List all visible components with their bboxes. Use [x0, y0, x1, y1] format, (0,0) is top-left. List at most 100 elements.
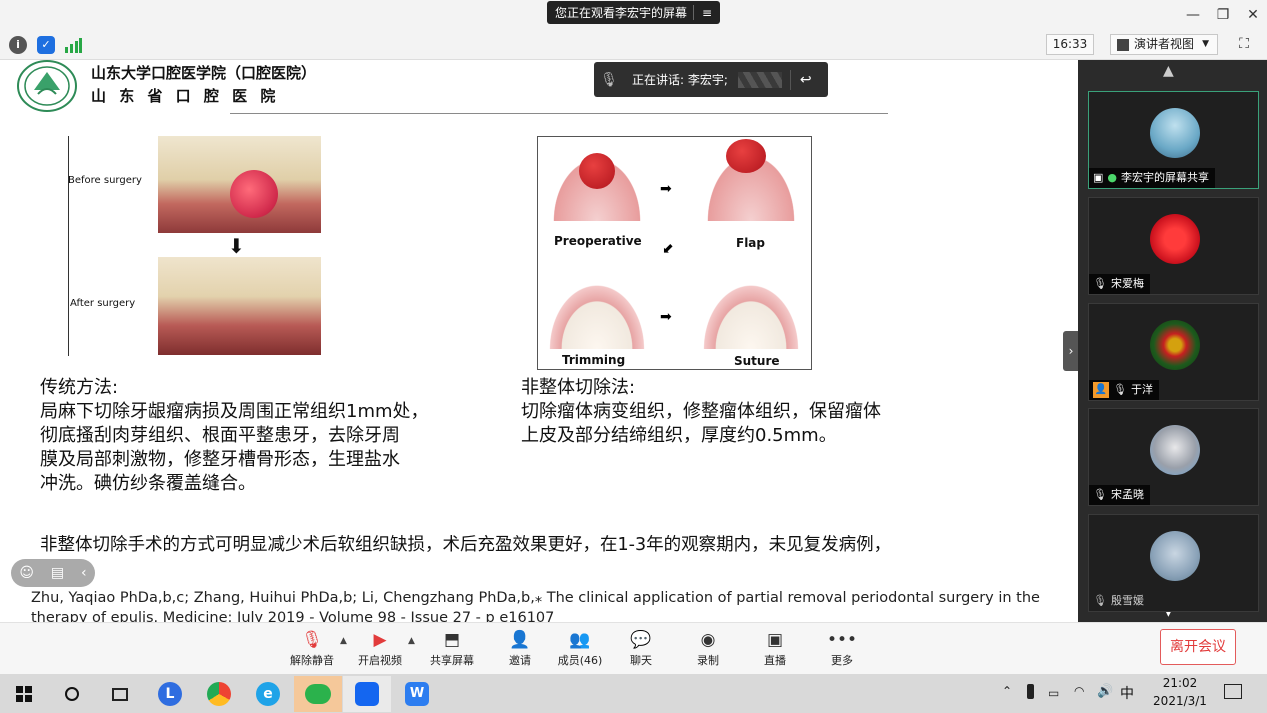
participant-name: 宋爱梅 — [1110, 277, 1144, 290]
arrow-right-icon: ➡ — [660, 181, 672, 197]
suture-label: Suture — [734, 354, 780, 368]
record-button[interactable]: ◉ 录制 — [676, 628, 740, 672]
after-surgery-photo — [158, 257, 321, 355]
shield-icon[interactable]: ✓ — [37, 36, 55, 54]
unmute-button[interactable]: 🎙 解除静音 — [280, 628, 344, 672]
chat-bubble-icon[interactable]: ▤ — [51, 565, 64, 581]
participant-tile[interactable]: 🎙 殷雪媛 — [1088, 514, 1259, 612]
info-icon[interactable]: i — [9, 36, 27, 54]
menu-icon[interactable]: ≡ — [694, 6, 720, 20]
windows-start-icon[interactable] — [0, 676, 48, 712]
partial-removal-heading: 非整体切除法: — [521, 377, 636, 398]
chevron-left-icon[interactable]: ‹ — [81, 565, 87, 581]
participant-tile[interactable]: 🎙 宋爱梅 — [1088, 197, 1259, 295]
participant-tile[interactable]: 🎙 宋孟晓 — [1088, 408, 1259, 506]
speaking-label: 正在讲话: 李宏宇; — [632, 73, 728, 87]
more-button[interactable]: ••• 更多 — [810, 628, 874, 672]
mic-muted-icon: 🎙 — [600, 71, 618, 88]
participant-name: 殷雪媛 — [1110, 594, 1144, 607]
clock-date[interactable]: 2021/3/1 — [1144, 694, 1216, 708]
invite-button[interactable]: 👤 邀请 — [488, 628, 552, 672]
wps-icon[interactable]: W — [393, 676, 441, 712]
avatar — [1150, 320, 1200, 370]
members-button[interactable]: 👥 成员(46) — [548, 628, 612, 672]
arrow-down-left-icon: ⬋ — [662, 241, 674, 257]
more-dots-icon: ••• — [826, 630, 858, 650]
meeting-timer: 16:33 — [1046, 34, 1094, 55]
trimming-label: Trimming — [562, 353, 626, 367]
live-label: 直播 — [764, 654, 786, 667]
view-mode-dropdown[interactable]: 演讲者视图 ▼ — [1110, 34, 1218, 55]
app-l-icon[interactable]: L — [146, 676, 194, 712]
participant-name: 宋孟晓 — [1110, 488, 1144, 501]
usb-drive-icon[interactable] — [1027, 684, 1034, 699]
signal-icon[interactable] — [64, 37, 82, 53]
view-mode-label: 演讲者视图 — [1134, 37, 1195, 51]
avatar — [1150, 214, 1200, 264]
participant-label: 👤 🎙 于洋 — [1089, 380, 1159, 400]
participant-tile[interactable]: ▣ ● 李宏宇的屏幕共享 — [1088, 91, 1259, 189]
browser-icon[interactable] — [195, 676, 243, 712]
speaking-waves-icon — [737, 71, 782, 88]
chevron-up-icon[interactable]: ▲ — [408, 636, 415, 646]
divider — [789, 69, 791, 90]
minimize-icon[interactable]: — — [1178, 4, 1208, 26]
chat-label: 聊天 — [630, 654, 652, 667]
chat-button[interactable]: 💬 聊天 — [609, 628, 673, 672]
leave-meeting-button[interactable]: 离开会议 — [1160, 629, 1236, 665]
notification-icon[interactable] — [1224, 684, 1242, 699]
shared-slide: 山东大学口腔医学院（口腔医院） 山 东 省 口 腔 医 院 Before sur… — [0, 60, 1078, 622]
share-banner-text: 您正在观看李宏宇的屏幕 — [555, 6, 688, 20]
share-screen-button[interactable]: ⬒ 共享屏幕 — [420, 628, 484, 672]
start-video-button[interactable]: ▶ 开启视频 — [348, 628, 412, 672]
emoji-icon[interactable]: ☺ — [19, 565, 34, 581]
flap-illustration — [696, 139, 806, 221]
traditional-method-line: 局麻下切除牙龈瘤病损及周围正常组织1mm处， — [40, 401, 429, 422]
fullscreen-icon[interactable]: ⛶ — [1235, 35, 1253, 53]
participant-label: ▣ ● 李宏宇的屏幕共享 — [1089, 168, 1216, 188]
mic-muted-icon: 🎙 — [1093, 594, 1107, 607]
clock-time[interactable]: 21:02 — [1150, 676, 1210, 690]
chevron-up-icon[interactable]: ▲ — [340, 636, 347, 646]
close-icon[interactable]: ✕ — [1238, 4, 1267, 26]
citation-text: therapy of epulis. Medicine: July 2019 -… — [31, 610, 555, 622]
record-label: 录制 — [697, 654, 719, 667]
live-button[interactable]: ▣ 直播 — [743, 628, 807, 672]
participant-label: 🎙 宋孟晓 — [1089, 485, 1150, 505]
header-divider — [230, 113, 888, 114]
restore-icon[interactable]: ❐ — [1208, 4, 1238, 26]
wechat-icon[interactable] — [294, 676, 342, 712]
tencent-meeting-icon[interactable] — [343, 676, 391, 712]
task-view-icon[interactable] — [96, 676, 144, 712]
preoperative-illustration — [542, 143, 652, 221]
volume-icon[interactable]: 🔊 — [1097, 684, 1113, 699]
ime-indicator[interactable]: 中 — [1120, 683, 1134, 703]
video-off-icon: ▶ — [373, 630, 387, 650]
start-video-label: 开启视频 — [358, 654, 402, 667]
traditional-method-line: 彻底搔刮肉芽组织、根面平整患牙，去除牙周 — [40, 425, 400, 446]
institution-name-sub: 山 东 省 口 腔 医 院 — [91, 87, 280, 105]
mic-muted-icon: 🎙 — [1093, 488, 1107, 501]
speaking-indicator: 🎙 正在讲话: 李宏宇; ↩ — [594, 62, 828, 97]
battery-icon[interactable]: ▭ — [1048, 686, 1059, 700]
search-icon[interactable] — [48, 676, 96, 712]
university-logo-icon — [16, 60, 78, 112]
tray-chevron-up-icon[interactable]: ⌃ — [1002, 684, 1012, 698]
collapse-icon[interactable]: ↩ — [800, 72, 812, 88]
mic-muted-icon: 🎙 — [301, 630, 323, 650]
panel-toggle-chevron-icon[interactable]: › — [1063, 331, 1079, 371]
members-icon: 👥 — [569, 630, 591, 650]
mic-muted-icon: 🎙 — [1113, 383, 1127, 396]
scroll-up-icon[interactable]: ▲ — [1163, 63, 1174, 79]
mic-icon: ● — [1107, 171, 1118, 184]
chevron-down-icon: ▼ — [1202, 39, 1209, 49]
edge-browser-icon[interactable]: e — [244, 676, 292, 712]
reaction-pill[interactable]: ☺ ▤ ‹ — [11, 559, 95, 587]
participant-tile[interactable]: 👤 🎙 于洋 — [1088, 303, 1259, 401]
screen-share-icon: ▣ — [1093, 171, 1104, 184]
wifi-icon[interactable]: ◠ — [1074, 684, 1084, 698]
arrow-right-icon: ➡ — [660, 309, 672, 325]
participant-label: 🎙 宋爱梅 — [1089, 274, 1150, 294]
unmute-label: 解除静音 — [290, 654, 334, 667]
share-banner[interactable]: 您正在观看李宏宇的屏幕 ≡ — [547, 1, 720, 24]
